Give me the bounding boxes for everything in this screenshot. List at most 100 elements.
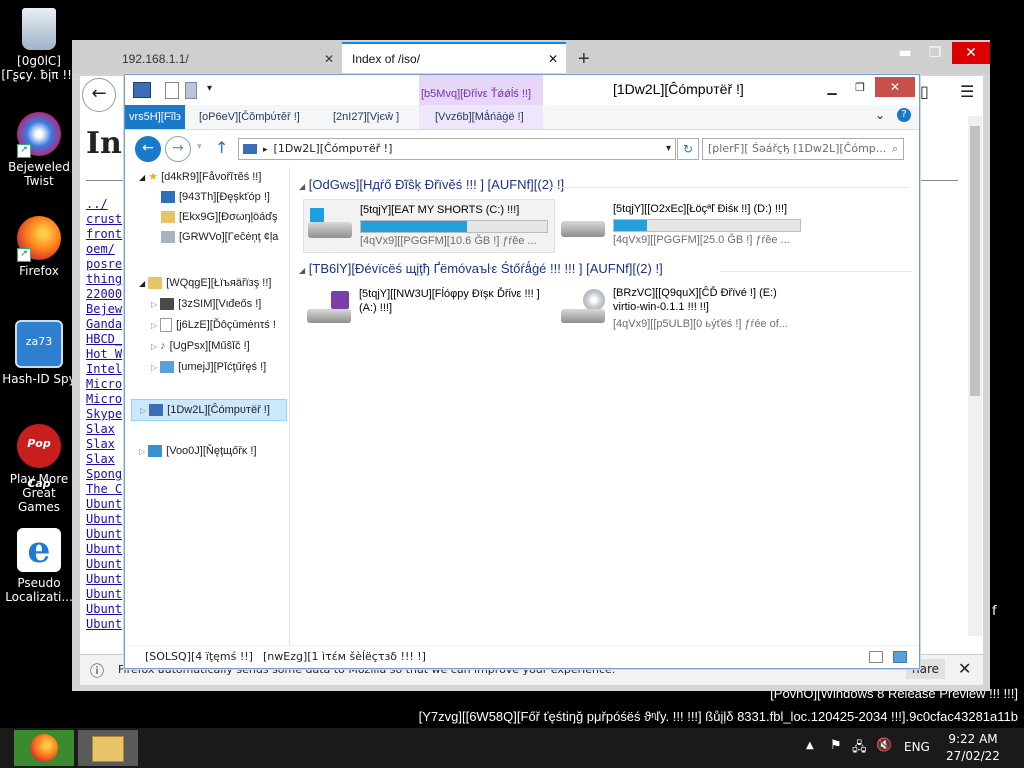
expand-ribbon-icon[interactable]: ⌄ bbox=[875, 108, 885, 122]
desktop-icon-recycle-bin[interactable]: [0g0lC][Γʂɕу. ƀįπ !!] bbox=[0, 8, 78, 82]
directory-link[interactable]: Micro bbox=[86, 392, 122, 407]
tiles-view-icon[interactable] bbox=[893, 651, 907, 663]
new-tab-button[interactable]: + bbox=[568, 44, 600, 74]
back-button[interactable]: ← bbox=[135, 136, 161, 162]
close-window-icon[interactable]: ✕ bbox=[952, 42, 990, 64]
tab-computer[interactable]: [oP6eV][Čŏmþύτĕř !] bbox=[199, 108, 300, 126]
maximize-icon[interactable]: ❐ bbox=[847, 79, 873, 97]
directory-link[interactable]: ../ bbox=[86, 197, 108, 212]
close-tab-icon[interactable]: ✕ bbox=[548, 44, 558, 74]
language-indicator[interactable]: ENG bbox=[904, 740, 930, 754]
taskbar-explorer[interactable] bbox=[78, 730, 138, 766]
tab-router[interactable]: 192.168.1.1/ ✕ bbox=[112, 44, 342, 74]
directory-link[interactable]: Ubunt bbox=[86, 527, 122, 542]
forward-button[interactable]: → bbox=[165, 136, 191, 162]
properties-icon[interactable] bbox=[165, 82, 179, 99]
network-icon[interactable]: 🖧 bbox=[852, 738, 867, 760]
directory-link[interactable]: Intel bbox=[86, 362, 122, 377]
clock[interactable]: 9:22 AM 27/02/22 bbox=[944, 731, 1002, 765]
help-icon[interactable]: ? bbox=[897, 108, 911, 122]
scrollbar-thumb[interactable] bbox=[970, 126, 980, 396]
directory-link[interactable]: posre bbox=[86, 257, 122, 272]
group-header-hard-drives[interactable]: ◢ [OdGws][Hдŕő Ðĩŝķ Ðřїvĕś !!! ] [AUFNf]… bbox=[299, 177, 564, 192]
nav-item-recent[interactable]: [GRWVo][Γеĉėņţ ¢ļа bbox=[161, 227, 278, 247]
quick-access-dropdown-icon[interactable]: ▾ bbox=[207, 83, 212, 94]
directory-link[interactable]: Ubunt bbox=[86, 497, 122, 512]
directory-link[interactable]: Ubunt bbox=[86, 512, 122, 527]
desktop-icon-play-more-games[interactable]: Pop Cap Play More Great Games bbox=[0, 424, 78, 514]
close-window-icon[interactable]: ✕ bbox=[875, 77, 915, 97]
drive-c[interactable]: [5tqjY][EAT MY SHORTS (C:) !!!] [4qVx9][… bbox=[303, 199, 555, 253]
directory-link[interactable]: Skype bbox=[86, 407, 122, 422]
nav-item-music[interactable]: ▷ ♪ [UgPsx][Műŝĭč !] bbox=[151, 336, 250, 356]
tab-file[interactable]: vrs5H][Fĩl϶ bbox=[125, 105, 185, 129]
nav-label: [WQqgE][Łïъяäřïзş !!] bbox=[166, 277, 272, 289]
back-button[interactable]: ← bbox=[82, 78, 116, 112]
minimize-icon[interactable]: ▁ bbox=[819, 79, 845, 97]
directory-link[interactable]: crust bbox=[86, 212, 122, 227]
sidebar-icon[interactable]: ▯ bbox=[920, 82, 929, 101]
computer-icon bbox=[133, 82, 151, 98]
address-dropdown-icon[interactable]: ▾ bbox=[666, 139, 671, 159]
up-arrow-icon[interactable]: ↑ bbox=[215, 138, 228, 157]
drive-e[interactable]: [BRzVC][[Q9quX][ĈĎ Ðřïvé !] (E:) virtio-… bbox=[557, 283, 807, 335]
new-folder-icon[interactable] bbox=[185, 82, 197, 99]
directory-link[interactable]: Ubunt bbox=[86, 602, 122, 617]
details-view-icon[interactable] bbox=[869, 651, 883, 663]
nav-item-network[interactable]: ▷ [Voo0J][Ňęţщőřĸ !] bbox=[139, 441, 257, 461]
directory-link[interactable]: Ubunt bbox=[86, 542, 122, 557]
breadcrumb-chevron-icon[interactable]: ▸ bbox=[263, 145, 268, 155]
directory-link[interactable]: Slax bbox=[86, 422, 115, 437]
show-hidden-icons[interactable]: ▲ bbox=[806, 740, 814, 751]
directory-link[interactable]: 22000 bbox=[86, 287, 122, 302]
taskbar-firefox[interactable] bbox=[14, 730, 74, 766]
nav-item-favorites[interactable]: ◢ ★ [d4kR9][Fåνořĭτĕś !!] bbox=[139, 167, 261, 187]
nav-item-desktop[interactable]: [943Th][Ðęşkťóp !] bbox=[161, 187, 270, 207]
directory-link[interactable]: Ubunt bbox=[86, 617, 122, 632]
directory-link[interactable]: The C bbox=[86, 482, 122, 497]
menu-icon[interactable]: ☰ bbox=[960, 82, 974, 101]
close-tab-icon[interactable]: ✕ bbox=[324, 44, 334, 74]
drive-a[interactable]: [5tqjY][[NW3U][Fĺóφpу Ðїşĸ Ďřίνε !!! ] (… bbox=[303, 283, 553, 335]
tab-view[interactable]: [2nI27][Vįєŵ ] bbox=[333, 108, 399, 126]
directory-link[interactable]: Slax bbox=[86, 452, 115, 467]
group-header-removable[interactable]: ◢ [TB6lY][Ðévïcëś щįţђ Ґëmóvaъŀε Śtőŕǻġé… bbox=[299, 261, 663, 276]
directory-link[interactable]: thing bbox=[86, 272, 122, 287]
desktop-icon-firefox[interactable]: ↗ Firefox bbox=[0, 216, 78, 278]
search-input[interactable]: [plerF][ Śəářçђ [1Dw2L][Ĉómp... ⌕ bbox=[702, 138, 904, 160]
directory-link[interactable]: Ganda bbox=[86, 317, 122, 332]
directory-link[interactable]: Ubunt bbox=[86, 572, 122, 587]
directory-link[interactable]: Ubunt bbox=[86, 587, 122, 602]
desktop-icon-label: Firefox bbox=[19, 264, 59, 278]
tab-iso-index[interactable]: Index of /iso/ ✕ bbox=[342, 42, 566, 74]
directory-link[interactable]: Slax bbox=[86, 437, 115, 452]
nav-item-libraries[interactable]: ◢ [WQqgE][Łïъяäřïзş !!] bbox=[139, 273, 271, 293]
desktop-icon-pseudo-localization[interactable]: e Pseudo Localizati... bbox=[0, 528, 78, 604]
nav-item-videos[interactable]: ▷ [3zSIM][Vιđеős !] bbox=[151, 294, 261, 314]
desktop-icon-hash-id-spy[interactable]: za73 Hash-ID Spy bbox=[0, 320, 78, 386]
tab-manage[interactable]: [Vvz6b][Mǻńāġë !] bbox=[419, 105, 543, 129]
nav-item-pictures[interactable]: ▷ [umejJ][Pĭćţűŕęś !] bbox=[151, 357, 266, 377]
close-notification-icon[interactable]: ✕ bbox=[958, 659, 971, 678]
nav-item-documents[interactable]: ▷ [j6LzE][Ďôçūmėnτś ! bbox=[151, 315, 276, 335]
directory-link[interactable]: Micro bbox=[86, 377, 122, 392]
volume-muted-icon[interactable]: 🔇 bbox=[876, 738, 892, 753]
maximize-icon[interactable]: ❐ bbox=[920, 42, 950, 64]
directory-link[interactable]: oem/ bbox=[86, 242, 115, 257]
directory-link[interactable]: Bejew bbox=[86, 302, 122, 317]
directory-link[interactable]: Ubunt bbox=[86, 557, 122, 572]
directory-link[interactable]: front bbox=[86, 227, 122, 242]
drive-d[interactable]: [5tqjY][[O2xEc][Łöçªľ Ðiśк !!] (D:) !!!]… bbox=[557, 199, 807, 251]
nav-item-downloads[interactable]: [Ekx9G][Ðσωŋļöáďş bbox=[161, 207, 278, 227]
directory-link[interactable]: Spong bbox=[86, 467, 122, 482]
recent-locations-icon[interactable]: ▾ bbox=[197, 142, 202, 152]
desktop-icon-bejeweled[interactable]: ↗ Bejeweled Twist bbox=[0, 112, 78, 188]
action-center-flag-icon[interactable]: ⚑ bbox=[830, 738, 842, 753]
minimize-icon[interactable]: ▬ bbox=[890, 42, 920, 64]
page-scrollbar[interactable] bbox=[968, 116, 982, 636]
directory-link[interactable]: HBCD_ bbox=[86, 332, 122, 347]
address-bar[interactable]: ▸ [1Dw2L][Ĉómpυтëř !] ▾ bbox=[238, 138, 676, 160]
nav-item-computer[interactable]: ▷ [1Dw2L][Ĉómpυтëř !] bbox=[131, 399, 287, 421]
directory-link[interactable]: Hot W bbox=[86, 347, 122, 362]
refresh-icon[interactable]: ↻ bbox=[677, 138, 699, 160]
